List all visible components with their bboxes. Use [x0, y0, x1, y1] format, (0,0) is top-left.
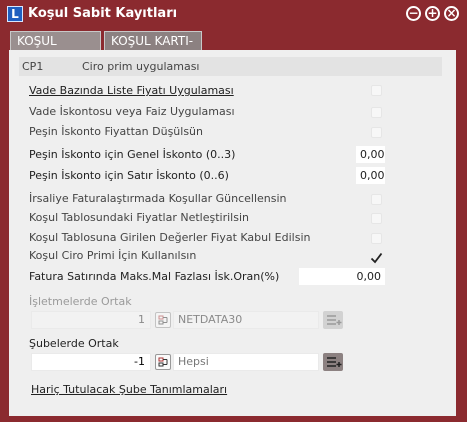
option-label-irsaliye: İrsaliye Faturalaştırmada Koşullar Günce…: [29, 192, 287, 205]
option-label-vade-liste: Vade Bazında Liste Fiyatı Uygulaması: [29, 84, 234, 97]
tab-panel: CP1 Ciro prim uygulaması Vade Bazında Li…: [9, 50, 456, 416]
checkmark-icon: [370, 252, 383, 264]
general-discount-label: Peşin İskonto için Genel İskonto (0..3): [29, 148, 236, 161]
excluded-branches-link[interactable]: Hariç Tutulacak Şube Tanımlamaları: [31, 383, 227, 396]
titlebar[interactable]: L Koşul Sabit Kayıtları − + ×: [0, 0, 467, 28]
line-discount-input[interactable]: 0,00: [356, 167, 385, 184]
checkbox-ciro-primi[interactable]: [370, 249, 383, 264]
picker-icon: [158, 315, 168, 325]
branch-picker-button[interactable]: [155, 354, 171, 370]
maximize-icon: +: [427, 6, 438, 20]
option-label-netlestir: Koşul Tablosundaki Fiyatlar Netleştirils…: [29, 211, 249, 224]
checkbox-vade-iskonto[interactable]: [371, 107, 382, 118]
checkbox-pesin-iskonto[interactable]: [371, 127, 382, 138]
option-label-fiyat-kabul: Koşul Tablosuna Girilen Değerler Fiyat K…: [29, 231, 311, 244]
business-name-field: NETDATA30: [173, 311, 319, 329]
max-free-goods-input[interactable]: 0,00: [299, 268, 385, 285]
list-add-icon: [327, 357, 342, 367]
checkbox-irsaliye[interactable]: [371, 194, 382, 205]
picker-icon: [158, 357, 168, 367]
business-common-label: İşletmelerde Ortak: [29, 295, 132, 308]
checkbox-fiyat-kabul[interactable]: [371, 233, 382, 244]
tab-kosul-karti-2[interactable]: KOŞUL KARTI-2: [104, 31, 202, 67]
close-button[interactable]: ×: [444, 6, 459, 21]
close-icon: ×: [446, 6, 457, 20]
app-logo-icon: L: [7, 6, 23, 22]
record-code: CP1: [22, 60, 44, 73]
max-free-goods-label: Fatura Satırında Maks.Mal Fazlası İsk.Or…: [29, 270, 280, 283]
option-label-vade-iskonto: Vade İskontosu veya Faiz Uygulaması: [29, 105, 235, 118]
business-list-button[interactable]: [323, 311, 343, 329]
list-add-icon: [327, 315, 342, 325]
minimize-button[interactable]: −: [406, 6, 421, 21]
option-label-ciro-primi: Koşul Ciro Primi İçin Kullanılsın: [29, 249, 197, 262]
branch-name-field: Hepsi: [173, 353, 319, 371]
record-name: Ciro prim uygulaması: [82, 60, 200, 73]
option-label-pesin-iskonto: Peşin İskonto Fiyattan Düşülsün: [29, 125, 204, 138]
tab-kosul-karti[interactable]: KOŞUL KARTI: [10, 31, 101, 67]
branch-code-input[interactable]: -1: [31, 353, 151, 371]
checkbox-netlestir[interactable]: [371, 213, 382, 224]
line-discount-label: Peşin İskonto için Satır İskonto (0..6): [29, 169, 229, 182]
minimize-icon: −: [408, 6, 419, 20]
branch-common-label: Şubelerde Ortak: [29, 337, 119, 350]
business-code-input[interactable]: 1: [31, 311, 151, 329]
record-header: CP1 Ciro prim uygulaması: [19, 57, 442, 76]
branch-list-button[interactable]: [323, 353, 343, 371]
business-picker-button[interactable]: [155, 312, 171, 328]
maximize-button[interactable]: +: [425, 6, 440, 21]
window: L Koşul Sabit Kayıtları − + × KOŞUL KART…: [0, 0, 467, 422]
checkbox-vade-liste[interactable]: [371, 85, 382, 96]
general-discount-input[interactable]: 0,00: [356, 146, 385, 163]
window-title: Koşul Sabit Kayıtları: [28, 6, 178, 21]
